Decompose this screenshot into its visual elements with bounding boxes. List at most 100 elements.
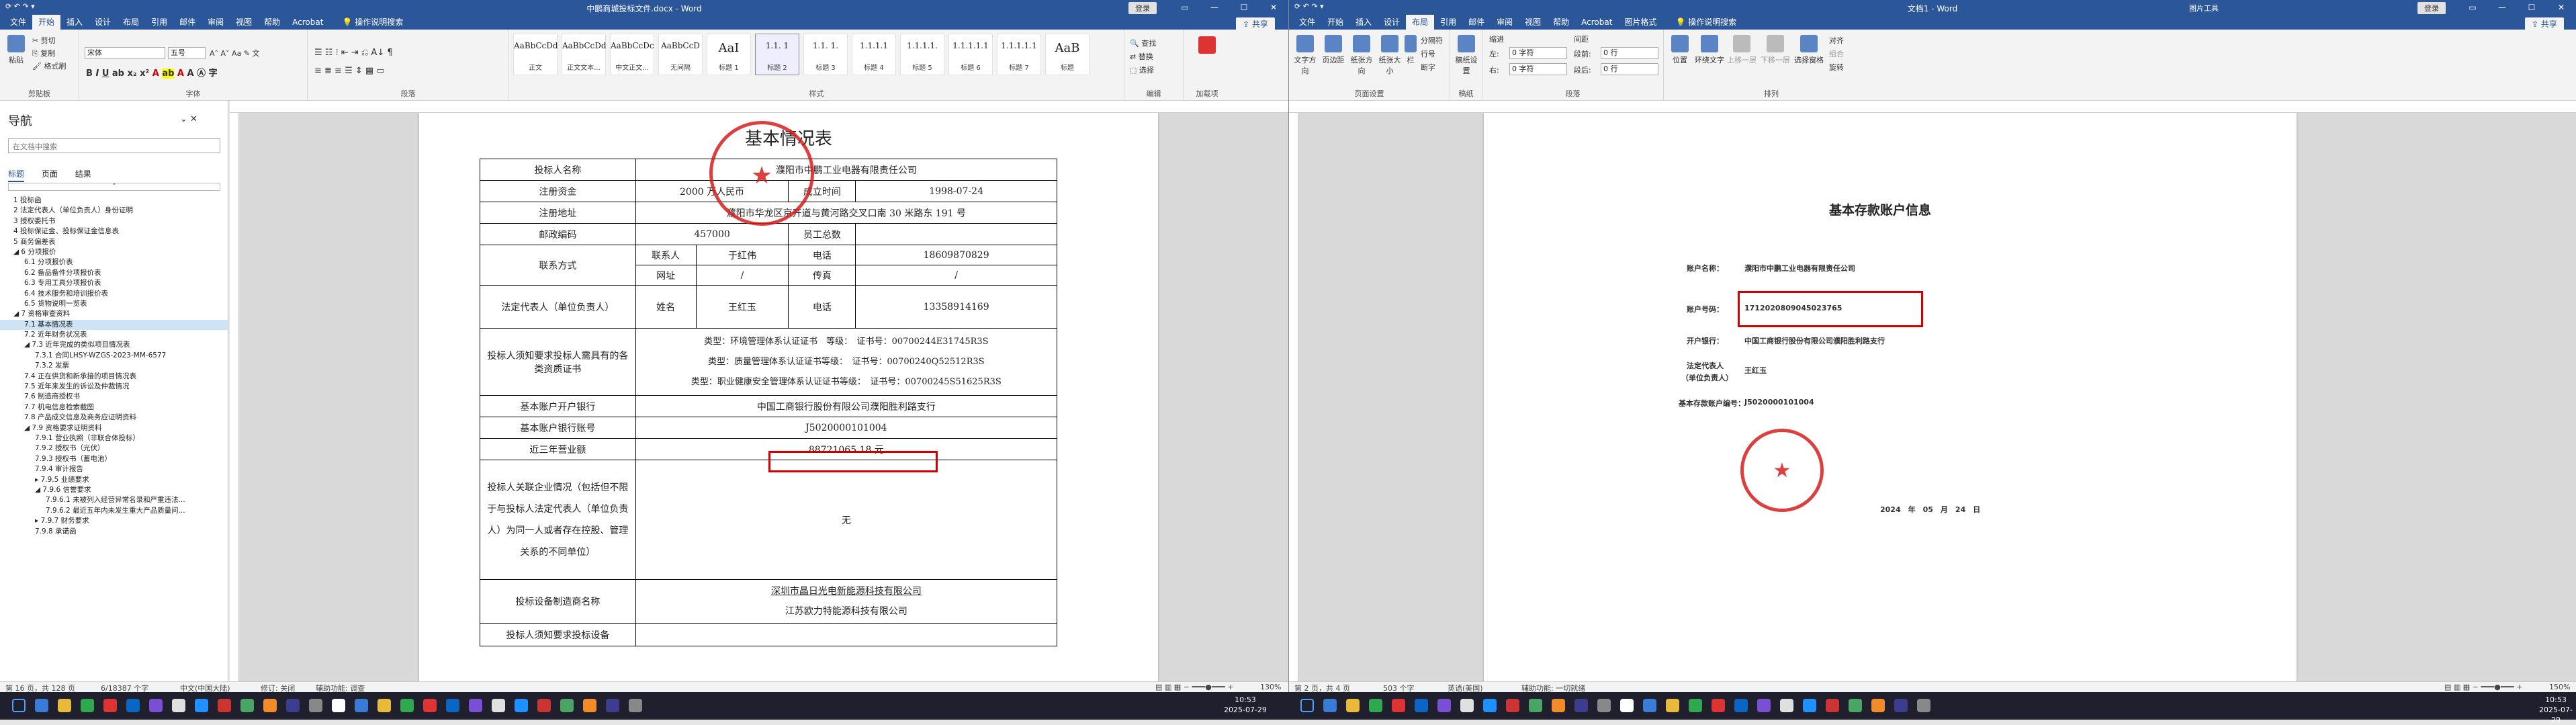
close-icon[interactable]: ✕	[1259, 0, 1288, 15]
taskbar-app-icon[interactable]	[1871, 699, 1885, 712]
nav-heading-item[interactable]: 7.9.8 承诺函	[0, 527, 228, 537]
taskbar-app-icon[interactable]	[629, 699, 642, 712]
nav-heading-item[interactable]: ◢ 7.9.6 信誉要求	[0, 485, 228, 495]
nav-heading-item[interactable]: 6.5 货物说明一览表	[0, 299, 228, 309]
taskbar-app-icon[interactable]	[1483, 699, 1497, 712]
taskbar-app-icon[interactable]	[263, 699, 277, 712]
status-zoom[interactable]: 150%	[2549, 683, 2570, 691]
status-language[interactable]: 中文(中国大陆)	[180, 683, 230, 692]
nav-heading-item[interactable]: 6.1 分项报价表	[0, 257, 228, 267]
view-buttons[interactable]: ▤ ▥ ▦ − ━━━●━━━ +	[1155, 683, 1233, 691]
taskbar-app-icon[interactable]	[606, 699, 619, 712]
taskbar-app-icon[interactable]	[1300, 699, 1314, 712]
taskbar-app-icon[interactable]	[286, 699, 300, 712]
font-size-combo[interactable]: 五号	[168, 47, 206, 59]
taskbar-app-icon[interactable]	[1552, 699, 1565, 712]
tab-acrobat[interactable]: Acrobat	[286, 15, 329, 30]
nav-heading-item[interactable]: 6.4 技术服务和培训报价表	[0, 289, 228, 299]
nav-heading-item[interactable]: 7.8 产品成交信息及商务应证明资料	[0, 413, 228, 423]
taskbar-app-icon[interactable]	[12, 699, 26, 712]
paste-button[interactable]: 粘贴	[4, 35, 28, 65]
tab-design[interactable]: 设计	[89, 15, 117, 30]
style-item[interactable]: 1.1.1.1.1 标题 7	[997, 34, 1041, 75]
style-item[interactable]: 1.1. 1. 标题 3	[803, 34, 848, 75]
align-button[interactable]: 对齐	[1829, 35, 1844, 46]
taskbar-app-icon[interactable]	[35, 699, 48, 712]
tab-references[interactable]: 引用	[1434, 15, 1462, 30]
nav-heading-item[interactable]: 7.7 机电信息检索截图	[0, 402, 228, 413]
margins-button[interactable]: 页边距	[1320, 35, 1347, 65]
style-item[interactable]: AaI 标题 1	[707, 34, 751, 75]
columns-button[interactable]: 栏	[1403, 35, 1418, 65]
status-page[interactable]: 第 2 页，共 4 页	[1294, 683, 1350, 692]
login-button[interactable]: 登录	[2417, 2, 2446, 14]
taskbar-app-icon[interactable]	[126, 699, 140, 712]
nav-heading-item[interactable]: 7.9.6.2 最近五年内未发生重大产品质量问...	[0, 506, 228, 516]
tab-acrobat[interactable]: Acrobat	[1575, 15, 1618, 30]
nav-heading-item[interactable]: 3 授权委托书	[0, 216, 228, 226]
taskbar-app-icon[interactable]	[172, 699, 185, 712]
taskbar-app-icon[interactable]	[560, 699, 574, 712]
replace-button[interactable]: ⇄ 替换	[1130, 51, 1153, 62]
tab-help[interactable]: 帮助	[1547, 15, 1575, 30]
wrap-button[interactable]: 环绕文字	[1695, 35, 1724, 65]
taskbar-app-icon[interactable]	[492, 699, 505, 712]
taskbar-app-icon[interactable]	[218, 699, 231, 712]
nav-heading-item[interactable]: 7.9.6.1 未被列入经营异常名录和严重违法...	[0, 495, 228, 505]
tab-mailings[interactable]: 邮件	[1462, 15, 1491, 30]
nav-tab-results[interactable]: 结果	[75, 169, 91, 179]
find-button[interactable]: 🔍 查找	[1130, 38, 1156, 48]
tab-layout[interactable]: 布局	[117, 15, 145, 30]
login-button[interactable]: 登录	[1128, 2, 1157, 14]
format-painter-button[interactable]: 🖌 格式刷	[32, 60, 66, 71]
tab-picture-format[interactable]: 图片格式	[1618, 15, 1662, 30]
ribbon-display-icon[interactable]: ▭	[1170, 0, 1200, 15]
status-words[interactable]: 6/18387 个字	[101, 683, 148, 692]
draft-button[interactable]: 稿纸设置	[1453, 35, 1480, 76]
font-name-combo[interactable]: 宋体	[85, 47, 165, 59]
taskbar-app-icon[interactable]	[469, 699, 482, 712]
orientation-button[interactable]: 纸张方向	[1348, 35, 1375, 76]
ribbon-display-icon[interactable]: ▭	[2458, 0, 2487, 15]
status-language[interactable]: 英语(美国)	[1448, 683, 1483, 692]
nav-heading-item[interactable]: 4 投标保证金、投标保证金信息表	[0, 226, 228, 237]
style-item[interactable]: AaBbCcDd 正文文本...	[562, 34, 607, 75]
taskbar-app-icon[interactable]	[1894, 699, 1908, 712]
nav-heading-item[interactable]: 7.3.1 合同LHSY-WZGS-2023-MM-6577	[0, 351, 228, 361]
taskbar-app-icon[interactable]	[149, 699, 163, 712]
taskbar-app-icon[interactable]	[1803, 699, 1816, 712]
style-item[interactable]: AaBbCcDc 中文正文...	[610, 34, 654, 75]
tell-me-search[interactable]: 💡 操作说明搜索	[1669, 15, 1742, 30]
nav-heading-item[interactable]: ◢ 6 分项报价	[0, 247, 228, 257]
nav-heading-item[interactable]: 7.2 近年财务状况表	[0, 330, 228, 340]
taskbar-app-icon[interactable]	[423, 699, 437, 712]
copy-button[interactable]: ⎘ 复制	[32, 48, 55, 58]
line-numbers-button[interactable]: 行号	[1421, 48, 1435, 59]
tab-home[interactable]: 开始	[32, 15, 61, 30]
taskbar-app-icon[interactable]	[1917, 699, 1930, 712]
tab-view[interactable]: 视图	[230, 15, 258, 30]
nav-scroll-up[interactable]: ˄	[8, 183, 220, 191]
space-before-input[interactable]: 0 行	[1601, 47, 1658, 59]
nav-heading-item[interactable]: 6.3 专用工具分项报价表	[0, 278, 228, 288]
select-button[interactable]: ⬚ 选择	[1130, 65, 1154, 75]
nav-heading-item[interactable]: ▸ 7.9.5 业绩要求	[0, 475, 228, 485]
tab-mailings[interactable]: 邮件	[173, 15, 202, 30]
share-button[interactable]: ⇪ 共享	[1236, 17, 1275, 30]
status-page[interactable]: 第 16 页，共 128 页	[5, 683, 75, 692]
send-backward-button[interactable]: 下移一层	[1759, 35, 1791, 65]
nav-heading-item[interactable]: 5 商务偏差表	[0, 237, 228, 247]
tab-help[interactable]: 帮助	[258, 15, 286, 30]
nav-menu-icon[interactable]: ⌄ ✕	[180, 114, 197, 124]
maximize-icon[interactable]: ☐	[1229, 0, 1259, 15]
nav-heading-item[interactable]: 1 投标函	[0, 196, 228, 206]
tab-file[interactable]: 文件	[1293, 15, 1321, 30]
cut-button[interactable]: ✂ 剪切	[32, 35, 56, 46]
status-accessibility[interactable]: 辅助功能: 一切就绪	[1521, 683, 1585, 692]
indent-right-input[interactable]: 0 字符	[1509, 63, 1567, 75]
taskbar-app-icon[interactable]	[1392, 699, 1405, 712]
style-item[interactable]: 1.1. 1 标题 2	[755, 34, 799, 75]
tell-me-search[interactable]: 💡 操作说明搜索	[336, 15, 409, 30]
indent-left-input[interactable]: 0 字符	[1509, 47, 1567, 59]
taskbar-app-icon[interactable]	[1369, 699, 1382, 712]
